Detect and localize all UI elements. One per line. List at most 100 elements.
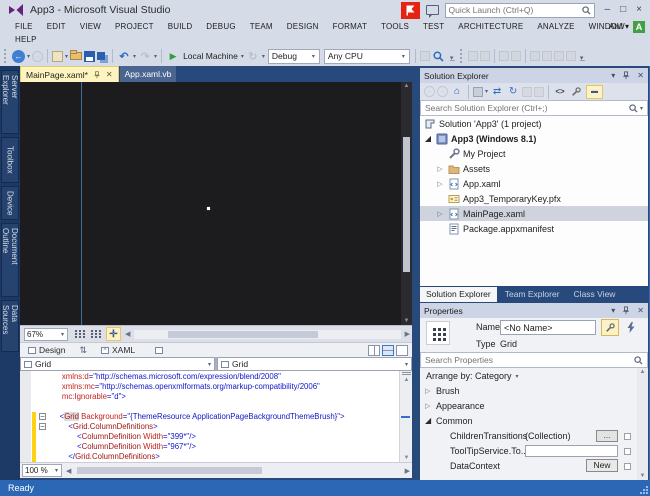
show-all-files-icon[interactable]: [522, 86, 533, 97]
run-target-label[interactable]: Local Machine: [183, 51, 238, 61]
designer-scroll-left-icon[interactable]: ◀: [125, 330, 130, 338]
property-category-brush[interactable]: ▷ Brush: [420, 384, 637, 399]
code-line[interactable]: xmlns:d="http://schemas.microsoft.com/ex…: [20, 372, 412, 382]
scroll-up-icon[interactable]: ▲: [401, 83, 412, 89]
designer-scroll-right-icon[interactable]: ▶: [405, 330, 410, 338]
expander-closed-icon[interactable]: ▷: [436, 180, 444, 188]
tree-item-app3-windows-8-1-[interactable]: ◢ App3 (Windows 8.1): [420, 131, 648, 146]
menu-format[interactable]: FORMAT: [326, 22, 374, 31]
collapse-pane-icon[interactable]: [396, 345, 408, 356]
menu-design[interactable]: DESIGN: [280, 22, 326, 31]
events-mode-icon[interactable]: [623, 319, 639, 336]
vertical-split-icon[interactable]: [368, 345, 380, 356]
code-line[interactable]: [20, 402, 412, 412]
dropdown-chevron-icon[interactable]: ▾: [241, 53, 244, 60]
menu-debug[interactable]: DEBUG: [199, 22, 242, 31]
tree-item-package-appxmanifest[interactable]: Package.appxmanifest: [420, 221, 648, 236]
expander-closed-icon[interactable]: ▷: [425, 387, 430, 395]
properties-mode-icon[interactable]: [601, 319, 619, 336]
search-options-chevron-icon[interactable]: ▾: [640, 105, 643, 112]
expander-closed-icon[interactable]: ▷: [425, 402, 430, 410]
tree-item-solution-app3-1-project-[interactable]: Solution 'App3' (1 project): [420, 116, 648, 131]
code-line[interactable]: − <Grid.ColumnDefinitions>: [20, 422, 412, 432]
snap-to-grid-icon[interactable]: [90, 329, 102, 339]
tool-tab-device[interactable]: Device: [1, 186, 19, 220]
refresh-icon[interactable]: ↻: [506, 84, 520, 99]
swap-panes-icon[interactable]: ⇅: [73, 345, 93, 356]
expander-open-icon[interactable]: ◢: [425, 416, 431, 425]
fold-collapse-icon[interactable]: −: [39, 413, 46, 421]
menu-analyze[interactable]: ANALYZE: [530, 22, 581, 31]
redo-icon[interactable]: ↷: [138, 49, 152, 64]
breadcrumb-element-right[interactable]: Grid ▾: [217, 357, 412, 371]
close-button[interactable]: ×: [636, 1, 642, 19]
properties-search-input[interactable]: [425, 355, 634, 365]
code-line[interactable]: mc:Ignorable="d">: [20, 392, 412, 402]
user-menu[interactable]: Atul ▾: [609, 22, 629, 31]
quick-launch-input[interactable]: [448, 5, 582, 15]
solution-explorer-title-bar[interactable]: Solution Explorer ▾ ✕: [420, 68, 648, 83]
close-icon[interactable]: ✕: [637, 306, 644, 315]
code-line[interactable]: <ColumnDefinition Width="967*"/>: [20, 442, 412, 452]
undo-icon[interactable]: ↶: [117, 49, 131, 64]
tool-tab-data-sources[interactable]: Data Sources: [1, 300, 19, 352]
code-line[interactable]: − <Grid Background="{ThemeResource Appli…: [20, 412, 412, 422]
editor-scroll-left-icon[interactable]: ◀: [66, 467, 71, 475]
property-row-childrentransitions[interactable]: ChildrenTransitions (Collection)...: [420, 429, 637, 444]
navigate-forward-icon[interactable]: →: [32, 50, 44, 62]
bookmark-clear-icon[interactable]: [565, 51, 576, 61]
menu-tools[interactable]: TOOLS: [374, 22, 416, 31]
view-code-icon[interactable]: <>: [553, 84, 567, 99]
menu-help[interactable]: HELP: [8, 35, 44, 44]
xaml-designer-surface[interactable]: ▲ ▼: [20, 82, 412, 325]
tab-design[interactable]: Design: [20, 345, 73, 355]
property-marker-box[interactable]: [624, 463, 631, 470]
xaml-code-editor[interactable]: ▲ ▼ xmlns:d="http://schemas.microsoft.co…: [20, 371, 412, 462]
solution-explorer-search-input[interactable]: [425, 103, 629, 113]
element-name-input[interactable]: [501, 321, 595, 334]
toolbar-grip[interactable]: [459, 49, 463, 63]
bookmark-toggle-icon[interactable]: [529, 51, 540, 61]
tree-item-app-xaml[interactable]: ▷ App.xaml: [420, 176, 648, 191]
snap-to-snaplines-icon[interactable]: ✛: [106, 327, 121, 341]
property-category-appearance[interactable]: ▷ Appearance: [420, 399, 637, 414]
navigate-backward-icon[interactable]: ←: [12, 49, 25, 63]
minimize-button[interactable]: –: [605, 1, 611, 19]
properties-title-bar[interactable]: Properties ▾ ✕: [420, 303, 648, 318]
expander-closed-icon[interactable]: ▷: [436, 210, 444, 218]
editor-zoom-combo[interactable]: 100 % ▾: [22, 464, 62, 477]
tool-tab-server-explorer[interactable]: Server Explorer: [1, 70, 19, 134]
menu-architecture[interactable]: ARCHITECTURE: [451, 22, 530, 31]
document-outline-popout-icon[interactable]: [155, 346, 164, 354]
horizontal-split-icon[interactable]: [382, 345, 394, 356]
scroll-down-icon[interactable]: ▼: [637, 473, 648, 479]
menu-file[interactable]: FILE: [8, 22, 40, 31]
toolbar-grip[interactable]: [4, 49, 7, 63]
collection-editor-button[interactable]: ...: [596, 430, 618, 442]
tree-item-my-project[interactable]: My Project: [420, 146, 648, 161]
dropdown-chevron-icon[interactable]: ▾: [133, 53, 136, 60]
collapse-all-icon[interactable]: [473, 86, 483, 97]
source-control-checkin-icon[interactable]: [467, 51, 478, 61]
close-icon[interactable]: ✕: [637, 71, 644, 80]
designer-zoom-combo[interactable]: 67% ▾: [24, 327, 68, 341]
resize-grip[interactable]: [640, 486, 648, 494]
menu-project[interactable]: PROJECT: [108, 22, 161, 31]
dropdown-chevron-icon[interactable]: ▾: [27, 53, 30, 60]
dropdown-chevron-icon[interactable]: ▾: [154, 53, 157, 60]
code-line[interactable]: <ColumnDefinition Width="399*"/>: [20, 432, 412, 442]
show-snap-grid-icon[interactable]: [74, 329, 86, 339]
pending-changes-filter-icon[interactable]: [534, 86, 545, 97]
menu-team[interactable]: TEAM: [243, 22, 280, 31]
start-debug-icon[interactable]: ▶: [166, 49, 180, 64]
feedback-flag-icon[interactable]: [400, 1, 420, 19]
properties-search-box[interactable]: [420, 352, 648, 368]
expander-open-icon[interactable]: ◢: [424, 134, 432, 143]
navigate-forward-icon[interactable]: →: [437, 86, 448, 97]
pin-icon[interactable]: [93, 70, 101, 79]
comment-out-icon[interactable]: [498, 51, 509, 61]
menu-edit[interactable]: EDIT: [40, 22, 73, 31]
dropdown-chevron-icon[interactable]: ▾: [485, 88, 488, 95]
user-avatar[interactable]: A: [633, 20, 645, 33]
scrollbar-thumb[interactable]: [168, 330, 319, 338]
